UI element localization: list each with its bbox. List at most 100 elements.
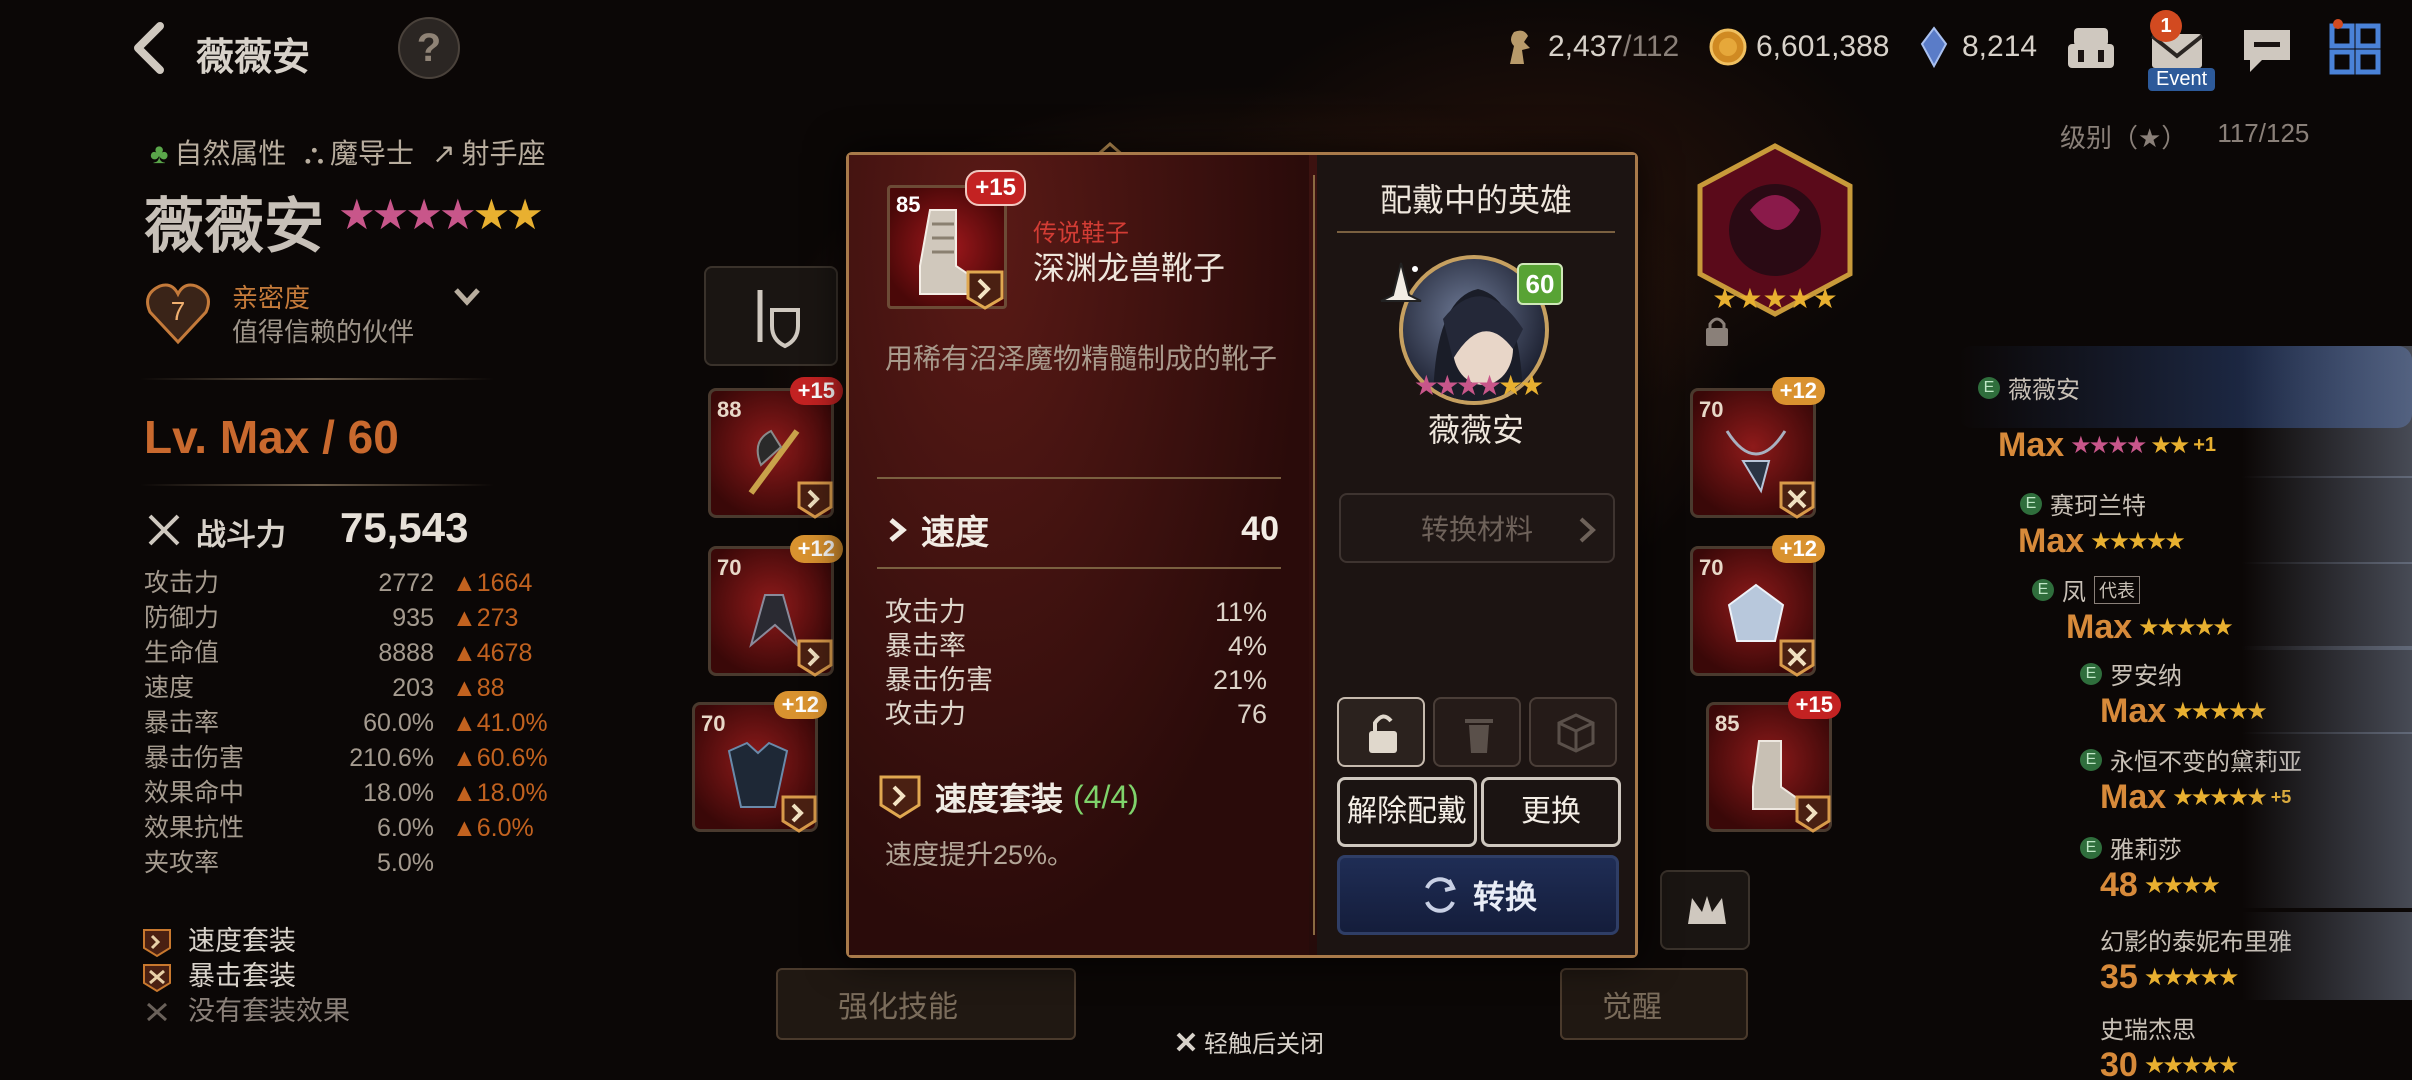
wizard-hat-icon	[1380, 262, 1422, 302]
hero-level: Lv. Max / 60	[144, 411, 399, 463]
affinity-description: 值得信赖的伙伴	[232, 317, 415, 347]
sub-stat-row: 攻击力 11%	[885, 597, 1267, 627]
random-button[interactable]	[1529, 697, 1617, 767]
convert-material-button[interactable]: 转换材料	[1339, 493, 1615, 563]
crossed-swords-icon	[148, 514, 180, 546]
boots-slot[interactable]: 85 +15	[1706, 691, 1841, 833]
combat-power-label: 战斗力	[196, 519, 286, 552]
hero-portrait	[2242, 820, 2412, 908]
stat-row: 防御力 935 ▲273	[144, 604, 519, 632]
transform-button[interactable]: 转换	[1337, 855, 1619, 935]
set-effect: 速度提升25%。	[885, 840, 1075, 870]
divider	[1337, 231, 1615, 233]
hero-list-item[interactable]: E 罗安纳 Max ★★★★★	[2080, 646, 2412, 738]
team-icon[interactable]	[2060, 18, 2122, 80]
stamina-currency[interactable]: 2,437 /112	[1500, 22, 1679, 72]
hero-list-item[interactable]: 史瑞杰思 30 ★★★★★	[2100, 1010, 2412, 1080]
item-description: 用稀有沼泽魔物精髓制成的靴子	[885, 343, 1278, 374]
divider	[140, 484, 494, 486]
main-stat: 速度 40	[885, 505, 1279, 554]
main-stat-value: 40	[1241, 510, 1279, 548]
stamina-icon	[1510, 30, 1530, 65]
hero-portrait	[2242, 646, 2412, 734]
trash-icon	[1465, 719, 1493, 753]
hero-list-item[interactable]: E永恒不变的黛莉亚 Max★★★★★+5	[2080, 732, 2412, 824]
equip-badge: E	[2080, 662, 2102, 685]
crit-set-icon	[1779, 639, 1815, 677]
stamina-sub: /112	[1623, 30, 1680, 63]
hero-portrait	[2242, 346, 2412, 478]
chevron-right-icon	[1579, 517, 1596, 543]
crown-tab[interactable]	[1660, 870, 1750, 950]
stat-row: 暴击伤害 210.6% ▲60.6%	[144, 744, 548, 772]
combat-power-value: 75,543	[340, 504, 469, 551]
hero-stars: ★★★★★★	[1413, 370, 1545, 401]
no-set-icon	[147, 1002, 167, 1021]
unequip-button[interactable]: 解除配戴	[1337, 777, 1477, 847]
sub-stat-row: 攻击力 76	[885, 699, 1267, 729]
hero-list-item[interactable]: E 赛珂兰特 Max ★★★★★	[2000, 476, 2412, 568]
help-button[interactable]: ?	[398, 17, 460, 79]
awaken-button[interactable]: 觉醒	[1560, 968, 1748, 1040]
armor-slot[interactable]: 70 +12	[692, 691, 827, 833]
equipped-hero-title: 配戴中的英雄	[1379, 182, 1572, 218]
hero-stars: ★★★★★★	[338, 191, 544, 238]
necklace-slot[interactable]: 70 +12	[1690, 377, 1825, 519]
stat-row: 暴击率 60.0% ▲41.0%	[144, 709, 548, 737]
stat-row: 生命值 8888 ▲4678	[144, 639, 533, 667]
stat-row: 攻击力 2772 ▲1664	[144, 569, 533, 597]
ring-slot[interactable]: 70 +12	[1690, 535, 1825, 677]
artifact-slot[interactable]: ★★★★★	[1690, 140, 1860, 320]
sort-bar[interactable]: 级别（★） 117/125	[2060, 118, 2309, 155]
set-info: 速度套装 (4/4)	[875, 771, 1139, 823]
chevron-down-icon[interactable]	[452, 284, 482, 308]
zodiac-attribute: ↗ 射手座	[432, 138, 546, 169]
set-effect-list: 速度套装 暴击套装 没有套装效果	[140, 924, 350, 1029]
sub-stat-row: 暴击率 4%	[885, 631, 1267, 661]
affinity-title: 亲密度	[232, 283, 311, 313]
weapon-slot[interactable]: 88 +15	[708, 377, 843, 519]
close-hint[interactable]: 轻触后关闭	[1174, 1024, 1324, 1059]
speed-set-icon	[797, 481, 833, 519]
equipment-tab[interactable]	[704, 266, 838, 366]
hero-attributes: ♣ 自然属性 ⛬ 魔导士 ↗ 射手座	[150, 132, 546, 172]
divider	[877, 477, 1281, 479]
svg-text:★★★★★: ★★★★★	[1712, 282, 1838, 315]
replace-button[interactable]: 更换	[1481, 777, 1621, 847]
hero-list-item[interactable]: E 雅莉莎 48 ★★★★	[2080, 820, 2412, 912]
hero-portrait	[2242, 912, 2412, 1000]
item-icon: 85 +15	[887, 170, 1026, 310]
event-label[interactable]: Event	[2148, 68, 2216, 91]
main-stat-name: 速度	[921, 514, 989, 552]
stat-list: 攻击力 2772 ▲1664 防御力 935 ▲273 生命值 8888 ▲4678 速度 2…	[144, 566, 584, 881]
grid-menu-icon[interactable]	[2324, 18, 2386, 80]
gold-currency[interactable]: 6,601,388	[1708, 22, 1889, 72]
set-item-none: 没有套装效果	[140, 994, 350, 1029]
hero-list[interactable]: E 薇薇安 Max ★★★★ ★★ +1 E 赛珂兰特 Max ★★★★★ E 凤代表 Max…	[1950, 346, 2412, 1080]
gold-value: 6,601,388	[1756, 30, 1890, 63]
gold-icon	[1709, 28, 1747, 66]
hero-list-item[interactable]: E 薇薇安 Max ★★★★ ★★ +1	[1958, 346, 2412, 478]
set-name: 速度套装	[935, 781, 1064, 817]
equip-badge: E	[2020, 492, 2042, 515]
item-info-panel: 85 +15 传说鞋子 深渊龙兽靴子 用稀有沼泽魔物精髓制成的靴子 速度 40 …	[849, 155, 1309, 955]
sword-shield-icon	[757, 290, 800, 349]
stat-row: 速度 203 ▲88	[144, 674, 505, 702]
speed-set-icon	[879, 775, 921, 819]
sort-label[interactable]: 级别（★）	[2060, 118, 2187, 155]
enhance-skill-button[interactable]: 强化技能	[776, 968, 1076, 1040]
hero-list-item[interactable]: E 凤代表 Max ★★★★★	[2032, 562, 2412, 654]
speed-set-icon	[1795, 795, 1831, 833]
crystal-icon	[1920, 26, 1948, 68]
hero-list-item[interactable]: 幻影的泰妮布里雅 35 ★★★★★	[2100, 912, 2412, 1004]
top-hero-name: 薇薇安	[196, 37, 311, 79]
lock-toggle-button[interactable]	[1337, 697, 1425, 767]
back-arrow-icon[interactable]	[122, 18, 182, 78]
stat-row: 夹攻率 5.0%	[144, 849, 434, 877]
crystal-currency[interactable]: 8,214	[1914, 22, 2037, 72]
hero-count: 117/125	[2217, 118, 2310, 148]
chat-icon[interactable]	[2236, 18, 2298, 80]
discard-button[interactable]	[1433, 697, 1521, 767]
hero-level-badge: 60	[1517, 263, 1563, 305]
helmet-slot[interactable]: 70 +12	[708, 535, 843, 677]
